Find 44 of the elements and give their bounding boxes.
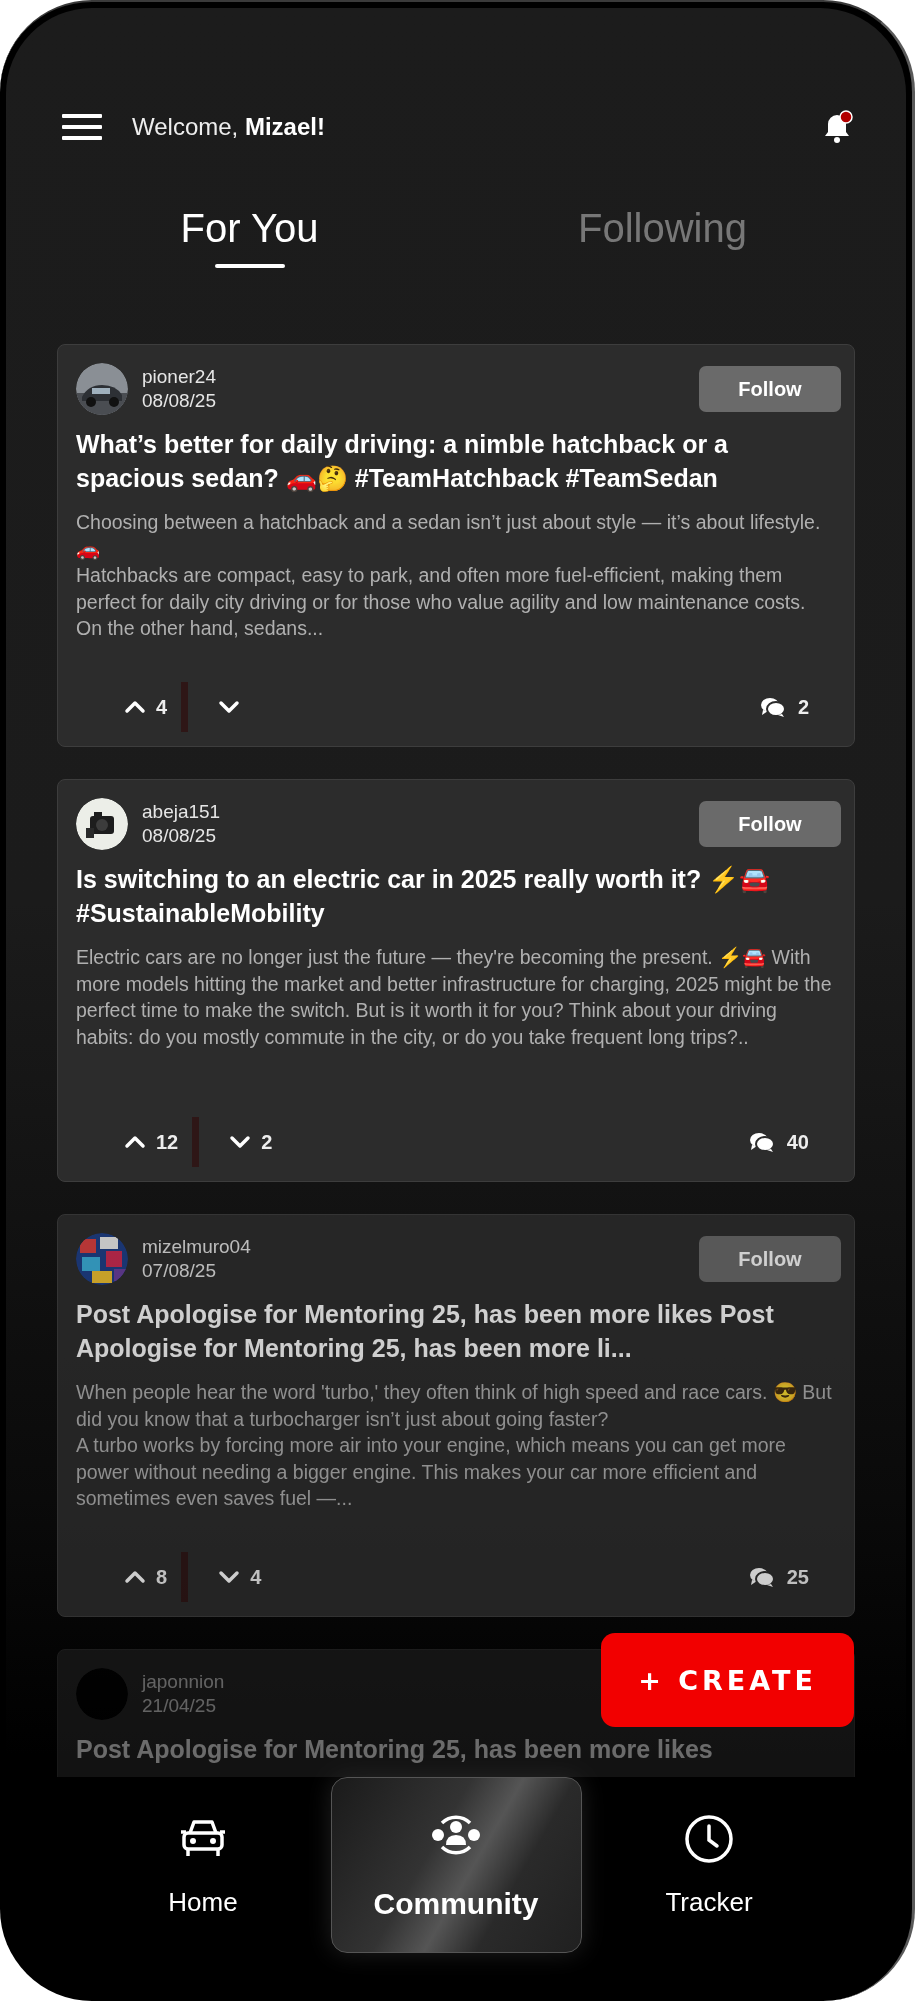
chevron-up-icon xyxy=(124,700,146,714)
chevron-up-icon xyxy=(124,1570,146,1584)
menu-icon[interactable] xyxy=(62,112,102,142)
chevron-down-icon xyxy=(218,1570,241,1584)
post-title: Post Apologise for Mentoring 25, has been more likes xyxy=(76,1734,714,1765)
feed-tab[interactable]: For You xyxy=(43,204,456,268)
nav-tab[interactable]: Home xyxy=(77,1777,329,1953)
chevron-down-icon xyxy=(218,700,241,714)
chevron-up-icon xyxy=(124,1135,146,1149)
nav-tab[interactable]: Tracker xyxy=(583,1777,835,1953)
username: pioner24 xyxy=(142,365,216,389)
post-date: 07/08/25 xyxy=(142,1259,217,1283)
chat-bubbles-icon xyxy=(759,696,786,718)
follow-button[interactable]: Follow xyxy=(699,366,841,412)
post-title: What’s better for daily driving: a nimble hatchback or a spacious sedan? 🚗🤔 #TeamHatchback #TeamSedan xyxy=(76,429,729,494)
chevron-down-icon xyxy=(229,1135,252,1149)
chat-bubbles-icon xyxy=(748,1566,775,1588)
chat-bubbles-icon xyxy=(748,1131,775,1153)
create-button[interactable]: + CREATE xyxy=(601,1633,854,1727)
comments-button[interactable]: 40 xyxy=(742,1129,815,1155)
post-body: When people hear the word 'turbo,' they often think of high speed and race cars. 😎 But did you know that a turbocharger isn’t just about going faster? A turbo works by forcing more air into your engine, which means you can get more power without needing a bigger engine. This makes your car more efficient and sometimes even saves fuel —... xyxy=(76,1380,833,1511)
downvote-button[interactable]: 4 xyxy=(210,1565,270,1589)
post-body: Electric cars are no longer just the future — they're becoming the present. ⚡🚘 With more models hitting the market and better infrastructure for charging, 2025 might be the perfect time to make the switch. But is it worth it for you? Think about your driving habits: do you mostly commute in the city, or do you take frequent long trips?.. xyxy=(76,945,833,1050)
welcome-text: Welcome, Mizael! xyxy=(132,113,325,141)
post-date: 08/08/25 xyxy=(142,389,216,413)
post-date: 08/08/25 xyxy=(142,824,217,848)
post-title: Post Apologise for Mentoring 25, has been more likes Post Apologise for Mentoring 25, has been more li... xyxy=(76,1299,775,1364)
comments-button[interactable]: 25 xyxy=(742,1564,815,1590)
downvote-button[interactable]: 2 xyxy=(221,1130,281,1154)
post-title: Is switching to an electric car in 2025 really worth it? ⚡🚘 #SustainableMobility xyxy=(76,864,772,929)
username: mizelmuro04 xyxy=(142,1235,251,1259)
nav-tab[interactable]: Community xyxy=(330,1777,582,1953)
upvote-button[interactable]: 4 xyxy=(116,695,176,719)
username: abeja151 xyxy=(142,800,221,824)
clock-icon xyxy=(683,1812,735,1865)
post-date: 21/04/25 xyxy=(142,1694,217,1718)
upvote-button[interactable]: 8 xyxy=(116,1565,176,1589)
follow-button[interactable]: Follow xyxy=(699,1236,841,1282)
username: japonnion xyxy=(142,1670,225,1694)
post-body: Choosing between a hatchback and a sedan isn’t just about style — it’s about lifestyle. 🚗 Hatchbacks are compact, easy to park, and often more fuel-efficient, making them perfect for daily city driving or for those who value agility and low maintenance costs. On the other hand, sedans... xyxy=(76,510,822,641)
follow-button[interactable]: Follow xyxy=(699,801,841,847)
feed-tab[interactable]: Following xyxy=(456,204,869,268)
upvote-button[interactable]: 12 xyxy=(116,1130,187,1154)
comments-button[interactable]: 2 xyxy=(753,694,815,720)
